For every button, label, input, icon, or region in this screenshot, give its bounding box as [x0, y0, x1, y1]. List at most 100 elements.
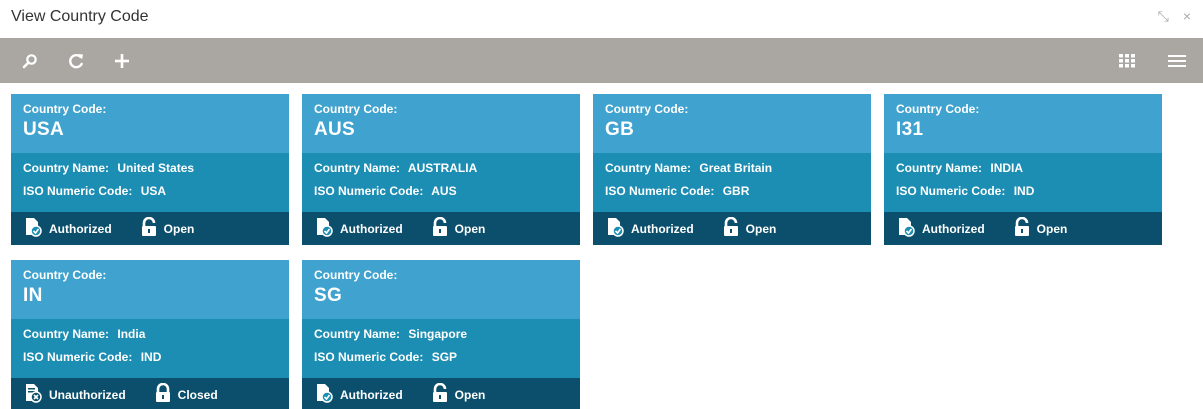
- iso-code-value: GBR: [722, 184, 750, 198]
- refresh-icon[interactable]: [64, 49, 88, 73]
- country-code-label: Country Code:: [23, 102, 107, 116]
- record-status: Closed: [154, 382, 218, 406]
- country-name-label: Country Name:: [896, 161, 983, 175]
- country-code-value: SG: [314, 285, 343, 306]
- country-card[interactable]: Country Code: IN Country Name: India ISO…: [11, 260, 289, 409]
- iso-code-value: SGP: [431, 350, 458, 364]
- page-title: View Country Code: [11, 8, 149, 25]
- lock-icon: [154, 382, 172, 406]
- authorized-icon: [605, 217, 625, 240]
- iso-code-row: ISO Numeric Code: GBR: [605, 183, 859, 206]
- country-code-label: Country Code:: [605, 102, 689, 116]
- card-header: Country Code: IN: [11, 260, 289, 319]
- record-status-label: Open: [1036, 221, 1068, 236]
- unlock-icon: [431, 216, 449, 240]
- country-name-value: AUSTRALIA: [407, 161, 478, 175]
- unlock-icon: [722, 216, 740, 240]
- iso-code-value: IND: [140, 350, 162, 364]
- authorization-label: Authorized: [922, 221, 985, 236]
- unlock-icon: [140, 216, 158, 240]
- card-body: Country Name: Singapore ISO Numeric Code…: [302, 319, 580, 378]
- record-status: Open: [140, 216, 195, 240]
- card-footer: Authorized Open: [302, 212, 580, 245]
- card-footer: Authorized Open: [884, 212, 1162, 245]
- country-code-value: USA: [23, 119, 65, 140]
- card-body: Country Name: Great Britain ISO Numeric …: [593, 153, 871, 212]
- card-footer: Authorized Open: [302, 378, 580, 409]
- country-name-row: Country Name: India: [23, 326, 277, 349]
- iso-code-value: IND: [1013, 184, 1035, 198]
- country-name-row: Country Name: AUSTRALIA: [314, 160, 568, 183]
- country-card[interactable]: Country Code: SG Country Name: Singapore…: [302, 260, 580, 409]
- country-code-label: Country Code:: [896, 102, 980, 116]
- country-name-value: Great Britain: [699, 161, 773, 175]
- authorization-label: Unauthorized: [49, 387, 126, 402]
- unlock-icon: [1013, 216, 1031, 240]
- list-view-icon[interactable]: [1165, 49, 1189, 73]
- iso-code-label: ISO Numeric Code:: [896, 184, 1006, 198]
- card-footer: Authorized Open: [11, 212, 289, 245]
- authorized-icon: [314, 217, 334, 240]
- country-code-label: Country Code:: [314, 268, 398, 282]
- record-status: Open: [431, 216, 486, 240]
- country-name-row: Country Name: United States: [23, 160, 277, 183]
- authorized-icon: [314, 383, 334, 406]
- authorized-icon: [896, 217, 916, 240]
- card-header: Country Code: GB: [593, 94, 871, 153]
- card-body: Country Name: INDIA ISO Numeric Code: IN…: [884, 153, 1162, 212]
- add-icon[interactable]: [110, 49, 134, 73]
- close-icon[interactable]: ×: [1183, 8, 1191, 24]
- authorization-status: Authorized: [23, 217, 112, 240]
- authorization-status: Authorized: [896, 217, 985, 240]
- record-status: Open: [431, 382, 486, 406]
- iso-code-row: ISO Numeric Code: USA: [23, 183, 277, 206]
- country-card[interactable]: Country Code: GB Country Name: Great Bri…: [593, 94, 871, 245]
- record-status-label: Open: [454, 221, 486, 236]
- country-name-label: Country Name:: [314, 327, 401, 341]
- unlock-icon: [431, 382, 449, 406]
- record-status: Open: [722, 216, 777, 240]
- card-body: Country Name: AUSTRALIA ISO Numeric Code…: [302, 153, 580, 212]
- iso-code-label: ISO Numeric Code:: [23, 350, 133, 364]
- country-name-row: Country Name: INDIA: [896, 160, 1150, 183]
- record-status: Open: [1013, 216, 1068, 240]
- record-status-label: Open: [163, 221, 195, 236]
- record-status-label: Open: [745, 221, 777, 236]
- search-icon[interactable]: [18, 49, 42, 73]
- authorization-status: Authorized: [605, 217, 694, 240]
- card-body: Country Name: India ISO Numeric Code: IN…: [11, 319, 289, 378]
- card-body: Country Name: United States ISO Numeric …: [11, 153, 289, 212]
- country-code-value: AUS: [314, 119, 356, 140]
- iso-code-label: ISO Numeric Code:: [23, 184, 133, 198]
- card-header: Country Code: SG: [302, 260, 580, 319]
- country-name-value: INDIA: [990, 161, 1024, 175]
- record-status-label: Closed: [177, 387, 218, 402]
- iso-code-row: ISO Numeric Code: IND: [23, 349, 277, 372]
- country-card[interactable]: Country Code: USA Country Name: United S…: [11, 94, 289, 245]
- iso-code-value: AUS: [431, 184, 457, 198]
- iso-code-row: ISO Numeric Code: SGP: [314, 349, 568, 372]
- country-card[interactable]: Country Code: AUS Country Name: AUSTRALI…: [302, 94, 580, 245]
- iso-code-value: USA: [140, 184, 167, 198]
- unauthorized-icon: [23, 383, 43, 406]
- toolbar: [0, 38, 1203, 83]
- card-footer: Unauthorized Closed: [11, 378, 289, 409]
- minimize-icon[interactable]: ⤡: [1158, 8, 1169, 24]
- country-code-value: IN: [23, 285, 43, 306]
- country-card[interactable]: Country Code: I31 Country Name: INDIA IS…: [884, 94, 1162, 245]
- country-code-value: I31: [896, 119, 924, 140]
- card-footer: Authorized Open: [593, 212, 871, 245]
- country-name-label: Country Name:: [23, 327, 110, 341]
- authorization-status: Unauthorized: [23, 383, 126, 406]
- authorization-status: Authorized: [314, 383, 403, 406]
- card-header: Country Code: AUS: [302, 94, 580, 153]
- card-header: Country Code: USA: [11, 94, 289, 153]
- record-status-label: Open: [454, 387, 486, 402]
- country-name-row: Country Name: Singapore: [314, 326, 568, 349]
- authorization-label: Authorized: [340, 221, 403, 236]
- title-bar: View Country Code ⤡ ×: [0, 0, 1203, 36]
- authorization-status: Authorized: [314, 217, 403, 240]
- country-name-label: Country Name:: [23, 161, 110, 175]
- country-name-label: Country Name:: [605, 161, 692, 175]
- grid-view-icon[interactable]: [1115, 49, 1139, 73]
